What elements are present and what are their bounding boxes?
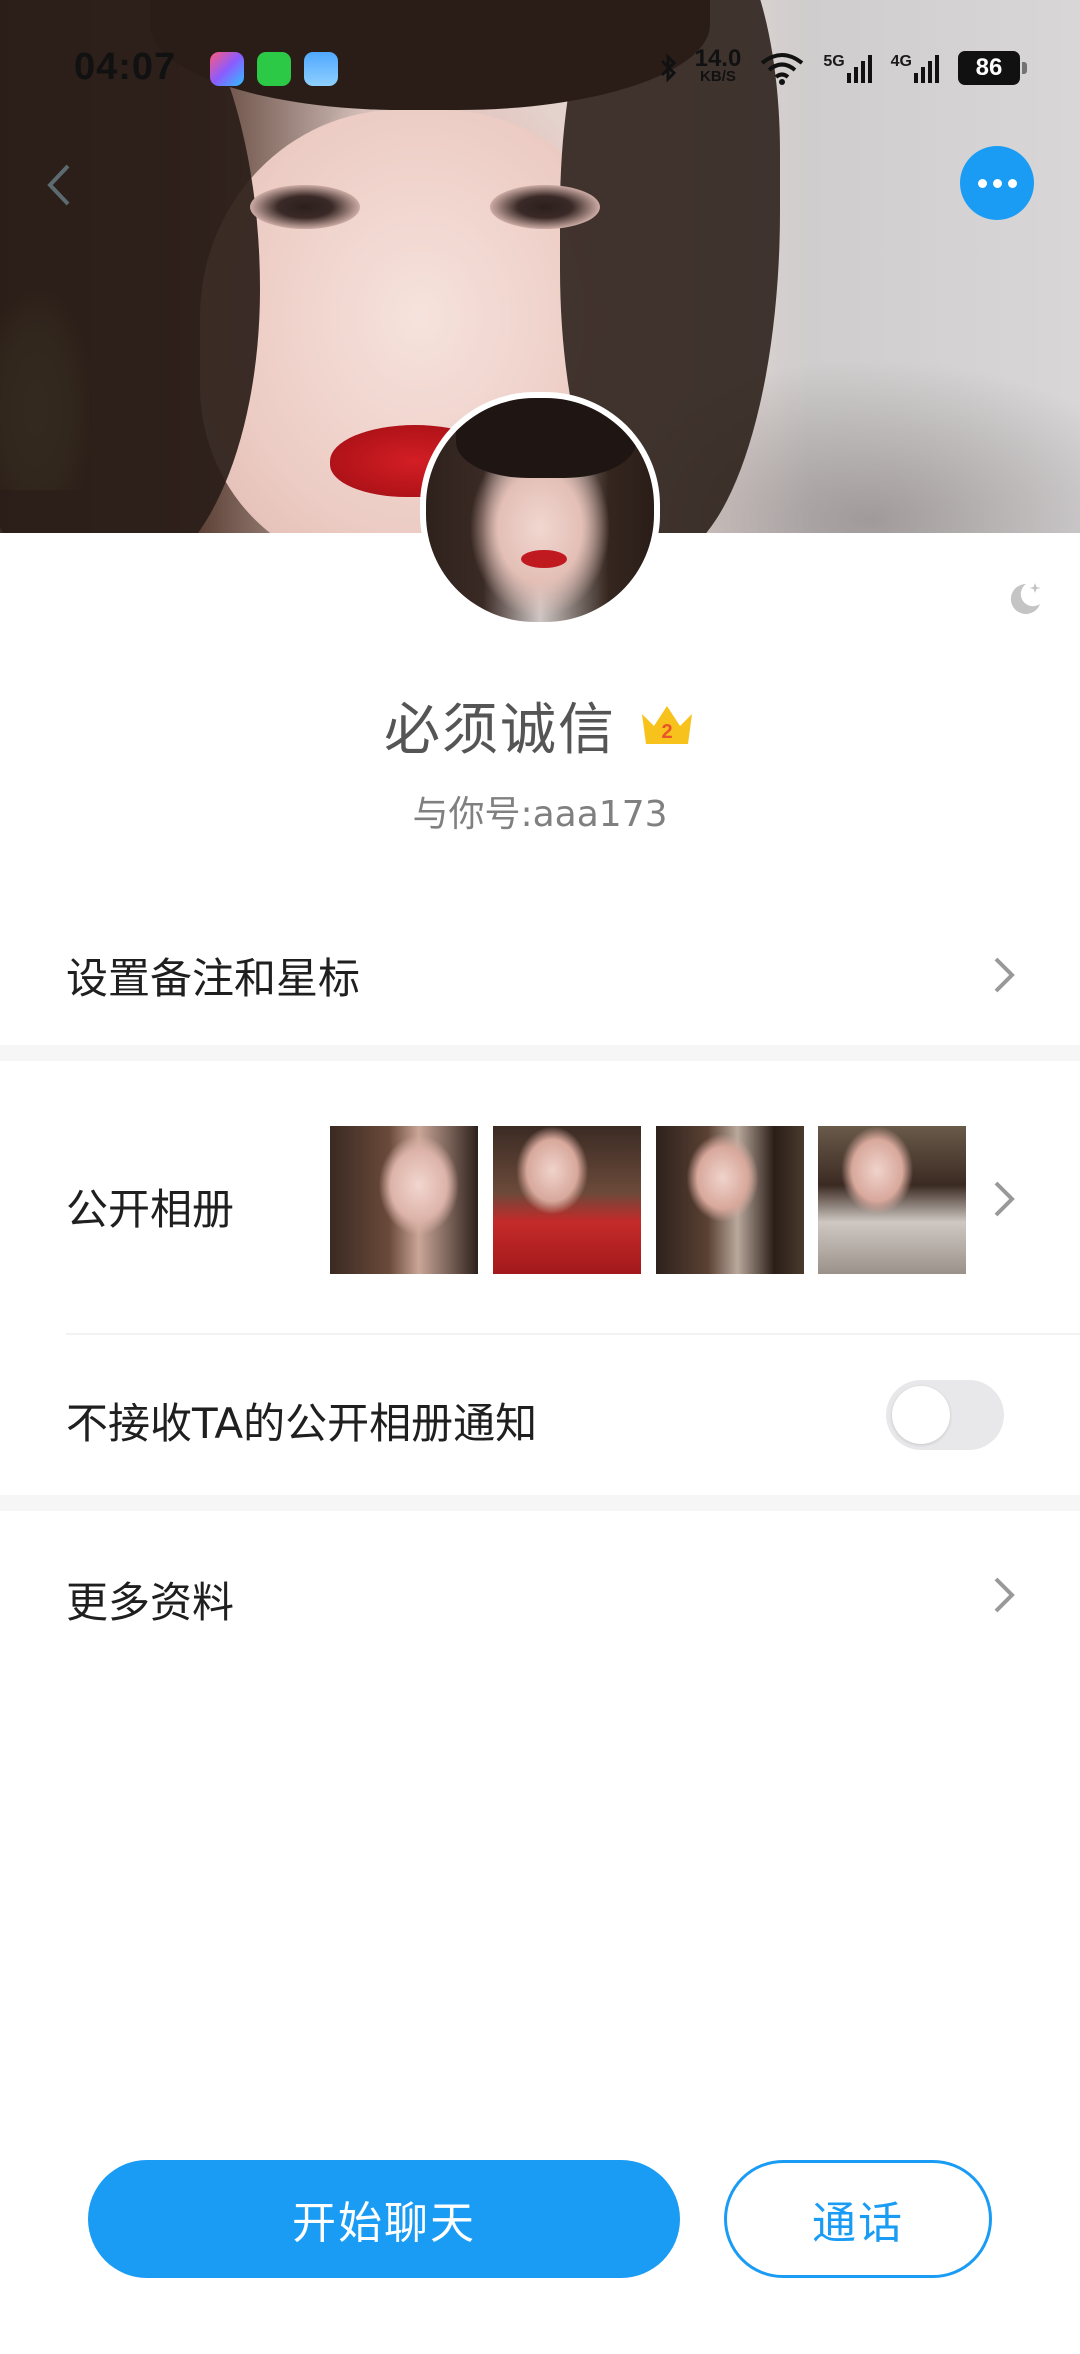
more-icon [977,178,987,188]
cover-eye-left [250,185,360,229]
call-button[interactable]: 通话 [724,2160,992,2278]
more-info-label: 更多资料 [66,1578,235,1627]
signal-label-2: 4G [890,53,912,70]
chevron-right-icon [994,957,1015,993]
more-icon [1007,178,1017,188]
network-speed: 14.0 KB/S [694,45,742,86]
cell-signal-2: 4G [891,53,940,83]
battery-indicator: 86 [958,51,1027,85]
back-icon[interactable] [40,160,80,210]
section-divider [0,1045,1080,1061]
bluetooth-icon [660,53,676,83]
status-time: 04:07 [74,46,177,88]
notification-app-icon [210,52,244,86]
status-bar: 04:07 14.0 KB/S 5G 4G 86 [0,40,1080,100]
album-notice-label: 不接收TA的公开相册通知 [66,1399,538,1448]
status-right-group: 14.0 KB/S 5G 4G 86 [659,45,1027,90]
notification-app-icon [257,52,291,86]
more-info-row[interactable]: 更多资料 [0,1511,1080,1681]
network-speed-value: 14.0 [694,45,742,72]
album-thumbnail[interactable] [330,1126,478,1274]
more-icon [992,178,1002,188]
album-thumbnail[interactable] [493,1126,641,1274]
network-speed-unit: KB/S [700,68,736,85]
cell-signal-1: 5G [823,53,872,83]
avatar[interactable] [420,392,660,628]
signal-bars-icon [846,55,872,83]
signal-label-1: 5G [823,53,845,70]
more-button[interactable] [960,146,1034,220]
section-divider [0,1495,1080,1511]
start-chat-button[interactable]: 开始聊天 [88,2160,680,2278]
album-thumbnail[interactable] [818,1126,966,1274]
profile-name: 必须诚信 [384,697,616,763]
chevron-right-icon [994,1181,1015,1217]
cover-eye-right [490,185,600,229]
night-mode-icon[interactable] [1004,578,1044,618]
chevron-right-icon [994,1577,1015,1613]
toggle-knob [892,1386,950,1444]
remark-label: 设置备注和星标 [66,954,361,1003]
album-label: 公开相册 [66,1185,235,1234]
wifi-icon [761,53,804,85]
avatar-hair [456,398,636,478]
signal-bars-icon [914,55,939,83]
vip-level: 2 [661,721,672,743]
album-thumbnail[interactable] [656,1126,804,1274]
weather-icon [304,52,338,86]
vip-crown-icon[interactable]: 2 [638,700,696,750]
album-notice-toggle[interactable] [886,1380,1004,1450]
avatar-lips [521,550,567,568]
account-id: 与你号:aaa173 [412,794,668,835]
profile-name-row: 必须诚信 2 [0,685,1080,765]
remark-row[interactable]: 设置备注和星标 [0,905,1080,1045]
